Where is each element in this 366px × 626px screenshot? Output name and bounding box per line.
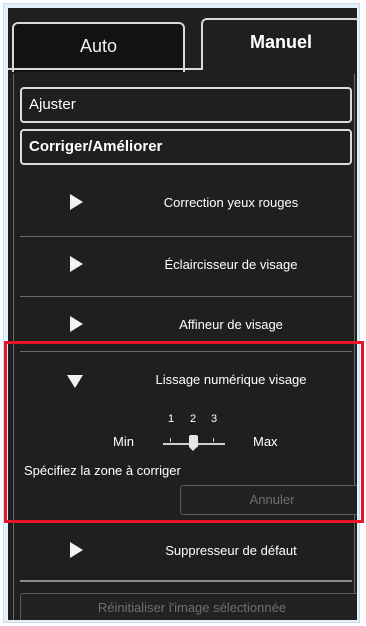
panel-frame: Auto Manuel Ajuster Corriger/Améliorer C… <box>3 3 360 623</box>
smoothing-slider-group: Min 1 2 3 Max <box>113 413 313 453</box>
slider-tick <box>170 438 171 442</box>
section-label: Suppresseur de défaut <box>165 543 297 558</box>
section-red-eye[interactable]: Correction yeux rouges <box>20 175 352 231</box>
section-label: Éclaircisseur de visage <box>164 257 298 272</box>
adjust-button[interactable]: Ajuster <box>20 87 352 123</box>
expand-arrow-icon <box>70 194 83 210</box>
tick-label: 1 <box>168 413 175 425</box>
expand-arrow-icon <box>70 542 83 558</box>
correct-enhance-button[interactable]: Corriger/Améliorer <box>20 129 352 165</box>
slider-thumb[interactable] <box>189 435 198 451</box>
instruction-text: Spécifiez la zone à corriger <box>24 463 181 478</box>
footer-divider <box>20 580 352 582</box>
tab-auto[interactable]: Auto <box>12 22 185 72</box>
tick-label: 2 <box>190 413 197 425</box>
collapse-arrow-icon <box>67 375 83 388</box>
section-label: Lissage numérique visage <box>155 372 307 387</box>
cancel-button[interactable]: Annuler <box>180 485 357 515</box>
slider-max-label: Max <box>253 434 278 449</box>
reset-image-button[interactable]: Réinitialiser l'image sélectionnée <box>20 593 357 620</box>
expand-arrow-icon <box>70 256 83 272</box>
expand-arrow-icon <box>70 316 83 332</box>
section-face-brightener[interactable]: Éclaircisseur de visage <box>20 237 352 293</box>
section-label: Affineur de visage <box>179 317 283 332</box>
section-digital-face-smoothing[interactable]: Lissage numérique visage <box>20 352 352 408</box>
tab-manual[interactable]: Manuel <box>201 18 357 70</box>
tab-divider <box>8 68 201 70</box>
slider-min-label: Min <box>113 434 134 449</box>
section-label: Correction yeux rouges <box>163 195 299 210</box>
slider-tick <box>213 438 214 442</box>
section-blemish-remover[interactable]: Suppresseur de défaut <box>20 523 352 579</box>
tick-label: 3 <box>211 413 218 425</box>
edit-panel: Auto Manuel Ajuster Corriger/Améliorer C… <box>8 8 357 620</box>
section-face-sharpener[interactable]: Affineur de visage <box>20 297 352 353</box>
slider-tick-labels: 1 2 3 <box>163 413 233 427</box>
